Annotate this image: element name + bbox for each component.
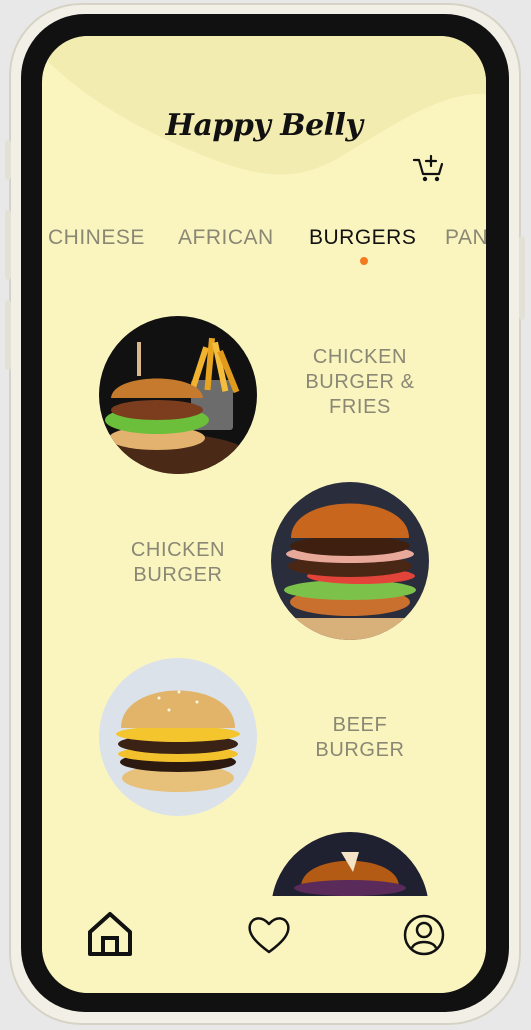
phone-side-button bbox=[5, 140, 11, 180]
menu-item-label[interactable]: CHICKEN BURGER bbox=[108, 538, 248, 588]
bottom-navigation bbox=[42, 896, 486, 993]
food-image-chicken-burger-fries[interactable] bbox=[99, 316, 257, 474]
tab-chinese[interactable]: CHINESE bbox=[48, 226, 145, 250]
tab-pan[interactable]: PAN bbox=[445, 226, 486, 250]
food-image-chicken-burger[interactable] bbox=[271, 482, 429, 640]
phone-side-button bbox=[5, 210, 11, 280]
menu-item-label[interactable]: BEEF BURGER bbox=[290, 713, 430, 763]
user-icon[interactable] bbox=[403, 914, 445, 956]
tab-burgers[interactable]: BURGERS bbox=[309, 226, 416, 250]
home-icon[interactable] bbox=[86, 910, 134, 958]
category-tabs: CHINESE AFRICAN BURGERS PAN bbox=[42, 226, 486, 266]
heart-icon[interactable] bbox=[246, 914, 292, 956]
phone-side-button bbox=[5, 300, 11, 370]
tab-african[interactable]: AFRICAN bbox=[178, 226, 274, 250]
menu-item-label[interactable]: CHICKEN BURGER & FRIES bbox=[290, 345, 430, 420]
cart-plus-icon[interactable] bbox=[412, 154, 446, 184]
food-image-beef-burger[interactable] bbox=[99, 658, 257, 816]
app-screen: Happy Belly CHINESE AFRICAN BURGERS PAN bbox=[42, 36, 486, 993]
phone-side-button bbox=[519, 236, 525, 320]
app-title: Happy Belly bbox=[165, 108, 363, 143]
active-tab-indicator bbox=[360, 257, 368, 265]
